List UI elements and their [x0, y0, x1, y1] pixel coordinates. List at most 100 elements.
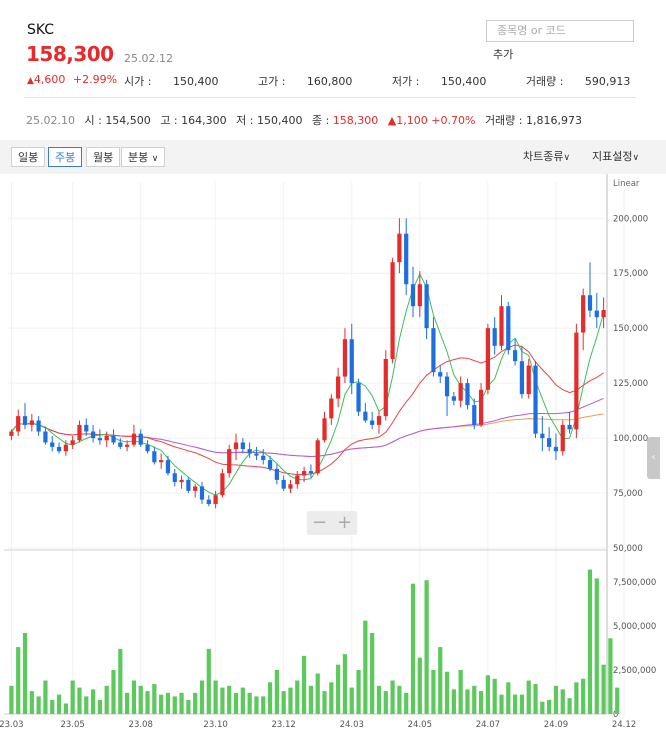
up-arrow-icon: ▲ — [387, 114, 397, 127]
volume-bar — [615, 687, 620, 714]
chart-toolbar: 일봉 주봉 월봉 분봉 ∨ 차트종류∨ 지표설정∨ — [0, 140, 666, 174]
volume-bar — [84, 696, 89, 714]
volume-bar — [356, 669, 361, 714]
candle-body — [9, 431, 14, 436]
tab-minute-label: 분봉 — [128, 151, 149, 164]
volume-bar — [159, 694, 164, 714]
volume-bar — [444, 671, 450, 714]
volume-bar — [261, 696, 266, 714]
candle-body — [118, 442, 123, 447]
up-arrow-icon: ▲ — [27, 76, 34, 86]
candle-body — [281, 479, 286, 489]
candle-body — [356, 383, 361, 412]
x-tick-label: 23.05 — [60, 720, 84, 730]
candle-body — [370, 420, 375, 425]
tab-minute[interactable]: 분봉 ∨ — [121, 147, 166, 167]
candle-body — [336, 376, 341, 399]
prev-high-label: 고 : — [160, 114, 178, 127]
chevron-down-icon: ∨ — [151, 154, 159, 164]
candle-body — [295, 475, 300, 485]
volume-bar — [152, 684, 157, 714]
volume-bar — [485, 675, 490, 714]
volume-bar — [267, 682, 273, 714]
tab-monthly[interactable]: 월봉 — [86, 147, 121, 167]
candle-body — [329, 398, 334, 419]
candle-body — [465, 383, 470, 406]
volume-bar — [63, 703, 68, 714]
high-value: 160,800 — [306, 75, 353, 88]
volume-bar — [145, 691, 150, 714]
price-tick-label: 200,000 — [613, 214, 648, 224]
volume-bar — [22, 633, 28, 714]
candle-body — [220, 473, 225, 496]
price-chart[interactable]: Linear 50,000 75,000 100,000 125,000 150,000 1… — [0, 174, 666, 742]
tab-daily[interactable]: 일봉 — [11, 147, 46, 167]
tab-weekly[interactable]: 주봉 — [48, 147, 83, 167]
volume-bar — [295, 680, 300, 714]
zoom-out-button[interactable]: − — [307, 511, 332, 535]
chevron-down-icon: ∨ — [632, 153, 640, 163]
candle-body — [70, 440, 75, 445]
candle-body — [16, 416, 21, 432]
candle-body — [363, 411, 368, 421]
x-tick-label: 24.07 — [476, 720, 500, 730]
add-button[interactable]: 추가 — [493, 46, 513, 62]
volume-bar — [193, 692, 198, 714]
candle-body — [56, 446, 62, 452]
volume-bar — [512, 694, 518, 714]
indicator-menu[interactable]: 지표설정∨ — [592, 147, 639, 167]
volume-bar — [9, 685, 14, 714]
volume-bar — [199, 680, 205, 714]
volume-bar — [601, 664, 606, 714]
candle-body — [159, 460, 164, 463]
volume-bar — [581, 678, 586, 714]
volume-tick-label: 7,500,000 — [613, 578, 656, 588]
prev-low-label: 저 : — [236, 114, 254, 127]
zoom-in-button[interactable]: + — [332, 511, 357, 535]
candle-body — [247, 449, 252, 454]
price-tick-label: 175,000 — [613, 269, 648, 279]
volume-bar — [56, 694, 62, 714]
volume-bar — [438, 647, 443, 714]
candle-body — [485, 328, 490, 390]
volume-bar — [526, 680, 531, 714]
x-tick-label: 24.09 — [544, 720, 568, 730]
volume-bar — [349, 687, 354, 714]
x-tick-label: 23.12 — [272, 720, 296, 730]
header-divider — [24, 97, 636, 98]
volume-bar — [329, 682, 334, 714]
volume-value: 590,913 — [584, 75, 631, 88]
candle-body — [267, 460, 273, 469]
volume-bar — [472, 685, 477, 714]
candle-body — [308, 471, 314, 474]
volume-bar — [77, 687, 82, 714]
volume-bar — [315, 673, 320, 714]
candle-body — [499, 306, 504, 346]
volume-bar — [383, 691, 388, 714]
candle-body — [288, 484, 293, 489]
open-label: 시가 : — [124, 75, 152, 88]
prev-volume-label: 거래량 : — [484, 114, 523, 127]
side-panel-toggle[interactable]: ‹ — [647, 437, 660, 479]
candle-body — [50, 442, 55, 447]
volume-bar — [29, 691, 34, 714]
candle-body — [29, 420, 34, 425]
volume-bar — [186, 699, 191, 714]
volume-bar — [227, 685, 232, 714]
x-tick-label: 23.03 — [0, 720, 24, 730]
open-value: 150,400 — [172, 75, 219, 88]
search-input[interactable]: 종목명 or 코드 — [486, 20, 634, 42]
volume-bar — [410, 583, 416, 714]
volume-bar — [451, 689, 456, 714]
volume-bar — [240, 687, 245, 714]
candle-body — [526, 365, 531, 395]
price-tick-label: 50,000 — [613, 544, 643, 554]
chart-type-menu[interactable]: 차트종류∨ — [523, 147, 570, 167]
candle-body — [254, 453, 259, 456]
candle-body — [322, 418, 327, 441]
candle-body — [172, 473, 177, 483]
volume-bar — [553, 685, 559, 714]
candle-body — [553, 446, 559, 452]
x-tick-label: 24.12 — [612, 720, 636, 730]
volume-bar — [499, 694, 504, 714]
